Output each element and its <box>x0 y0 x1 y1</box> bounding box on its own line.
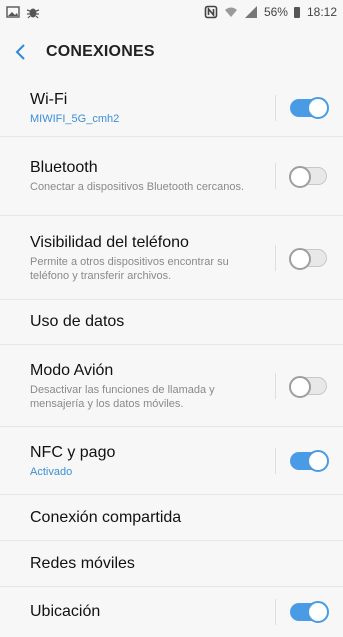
row-divider <box>275 244 276 271</box>
setting-location[interactable]: Ubicación <box>0 587 343 637</box>
setting-bluetooth[interactable]: Bluetooth Conectar a dispositivos Blueto… <box>0 137 343 216</box>
nfc-toggle[interactable] <box>290 449 329 472</box>
setting-mobile-networks[interactable]: Redes móviles <box>0 541 343 587</box>
row-divider <box>275 163 276 189</box>
setting-title: Visibilidad del teléfono <box>30 233 189 251</box>
setting-tethering[interactable]: Conexión compartida <box>0 495 343 541</box>
app-bar: CONEXIONES <box>0 30 343 74</box>
setting-title: Wi-Fi <box>30 91 68 108</box>
setting-title: NFC y pago <box>30 443 116 461</box>
bluetooth-toggle[interactable] <box>289 166 327 188</box>
setting-wifi[interactable]: Wi-Fi MIWIFI_5G_cmh2 <box>0 80 343 137</box>
setting-title: Uso de datos <box>30 313 125 330</box>
signal-icon <box>244 5 258 19</box>
row-divider <box>275 372 276 399</box>
setting-title: Ubicación <box>30 603 101 620</box>
status-left <box>6 5 40 19</box>
settings-list: Wi-Fi MIWIFI_5G_cmh2 Bluetooth Conectar … <box>0 80 343 637</box>
setting-title: Conexión compartida <box>30 508 182 526</box>
bug-icon <box>26 5 40 19</box>
clock: 18:12 <box>306 5 337 19</box>
setting-subtitle: MIWIFI_5G_cmh2 <box>30 113 120 125</box>
setting-subtitle: Desactivar las funciones de llamada y me… <box>30 383 215 410</box>
setting-title: Redes móviles <box>30 554 135 572</box>
gallery-icon <box>6 5 20 19</box>
setting-title: Bluetooth <box>30 159 98 176</box>
nfc-icon <box>204 5 218 19</box>
status-right: 56% 18:12 <box>204 5 337 19</box>
setting-data-usage[interactable]: Uso de datos <box>0 300 343 345</box>
chevron-left-icon <box>15 44 25 60</box>
location-toggle[interactable] <box>290 601 329 623</box>
status-bar: 56% 18:12 <box>0 0 343 24</box>
setting-subtitle: Conectar a dispositivos Bluetooth cercan… <box>30 181 245 193</box>
setting-airplane-mode[interactable]: Modo Avión Desactivar las funciones de l… <box>0 345 343 427</box>
airplane-toggle[interactable] <box>289 375 327 398</box>
back-button[interactable] <box>0 30 42 74</box>
page-title: CONEXIONES <box>46 43 155 60</box>
battery-icon <box>293 6 300 18</box>
setting-subtitle: Activado <box>30 465 73 478</box>
wifi-toggle[interactable] <box>290 97 329 119</box>
row-divider <box>275 599 276 625</box>
setting-nfc-payment[interactable]: NFC y pago Activado <box>0 427 343 495</box>
setting-subtitle: Permite a otros dispositivos encontrar s… <box>30 255 229 282</box>
wifi-icon <box>224 5 238 19</box>
visibility-toggle[interactable] <box>289 247 327 270</box>
row-divider <box>275 95 276 121</box>
battery-percent: 56% <box>263 5 288 19</box>
setting-phone-visibility[interactable]: Visibilidad del teléfono Permite a otros… <box>0 216 343 300</box>
row-divider <box>275 447 276 474</box>
setting-title: Modo Avión <box>30 361 114 379</box>
